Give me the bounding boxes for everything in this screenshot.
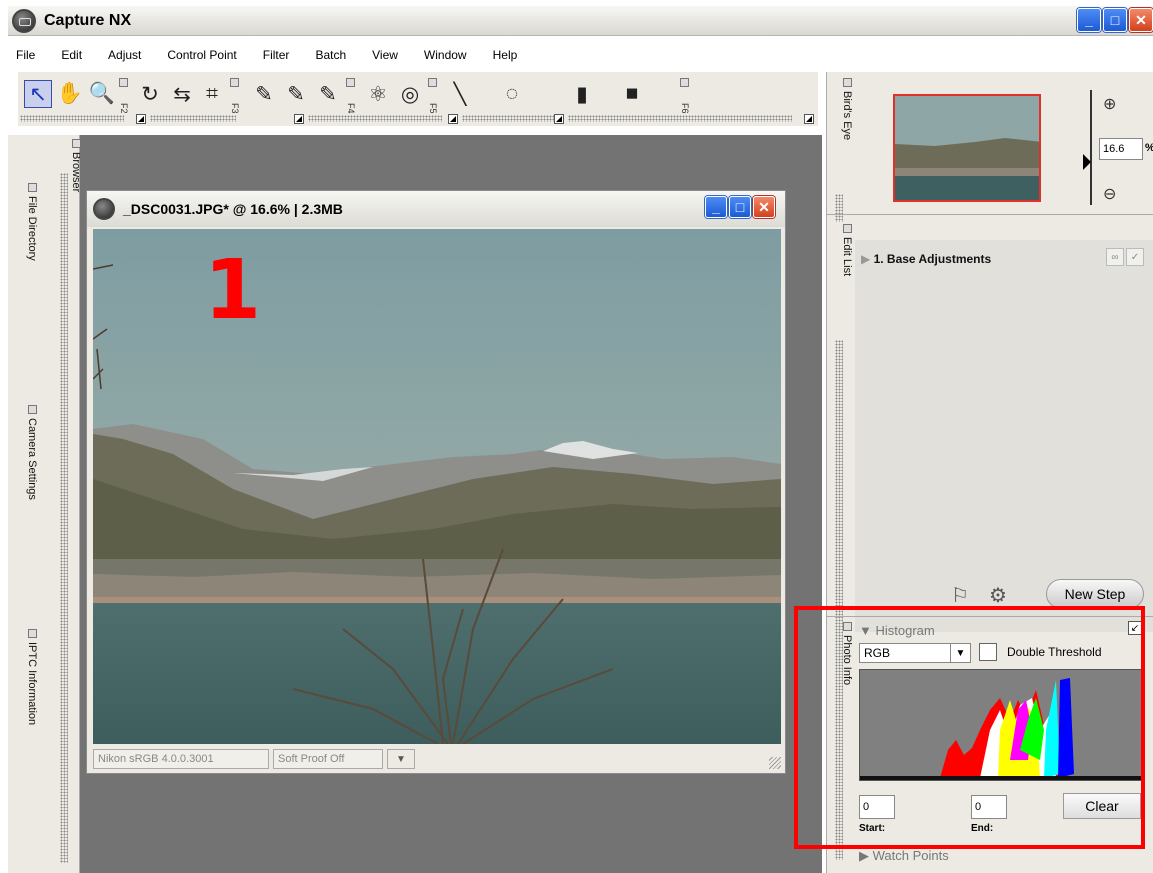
- tab-birds-eye-label: Bird's Eye: [841, 91, 853, 141]
- menu-bar: File Edit Adjust Control Point Filter Ba…: [8, 48, 527, 68]
- color-profile-field[interactable]: Nikon sRGB 4.0.0.3001: [93, 749, 269, 769]
- menu-file[interactable]: File: [8, 48, 45, 68]
- edit-list: ▶ 1. Base Adjustments ∞ ✓: [855, 240, 1153, 632]
- soft-proof-field[interactable]: Soft Proof Off: [273, 749, 383, 769]
- tab-birds-eye[interactable]: Bird's Eye: [835, 78, 853, 140]
- rotate-icon[interactable]: ↻: [136, 80, 164, 108]
- menu-view[interactable]: View: [356, 48, 408, 68]
- hand-icon[interactable]: ✋: [56, 80, 84, 108]
- highlight-box: [794, 606, 1145, 849]
- photo-canvas[interactable]: [93, 229, 781, 744]
- nx-logo-icon: [93, 198, 115, 220]
- gradient-icon[interactable]: ▮: [568, 80, 596, 108]
- tab-edit-list-label: Edit List: [841, 237, 853, 277]
- zoom-out-icon[interactable]: ⊖: [1103, 184, 1116, 204]
- neutral-point-icon[interactable]: ✎: [282, 80, 310, 108]
- doc-close-button[interactable]: ✕: [753, 196, 775, 218]
- doc-minimize-button[interactable]: _: [705, 196, 727, 218]
- brush-icon[interactable]: ╲: [446, 80, 474, 108]
- menu-filter[interactable]: Filter: [247, 48, 300, 68]
- toolbar-expand-icon[interactable]: [554, 114, 564, 124]
- select-arrow-icon[interactable]: ↖: [24, 80, 52, 108]
- image-document-window: _DSC0031.JPG* @ 16.6% | 2.3MB _ □ ✕ Niko…: [86, 190, 786, 774]
- watch-points-label: Watch Points: [872, 848, 949, 863]
- document-titlebar[interactable]: _DSC0031.JPG* @ 16.6% | 2.3MB _ □ ✕: [87, 191, 785, 227]
- zoom-input[interactable]: [1099, 138, 1143, 160]
- toolbar-expand-icon[interactable]: [448, 114, 458, 124]
- toolbar: ↖ ✋ 🔍 F2 ↻ ⇆ ⌗ F3 ✎ ✎ ✎ F4 ⚛ ◎ F5 ╲ ◌ ▮ …: [18, 72, 818, 126]
- resize-grip-icon[interactable]: [769, 757, 781, 769]
- landscape-photo: [93, 229, 781, 744]
- menu-control-point[interactable]: Control Point: [151, 48, 246, 68]
- maximize-button[interactable]: □: [1103, 8, 1127, 32]
- tab-iptc-information[interactable]: IPTC Information: [18, 629, 38, 725]
- map-icon[interactable]: ⚐: [951, 583, 969, 608]
- tab-file-directory-label: File Directory: [26, 196, 38, 261]
- tab-edit-list[interactable]: Edit List: [835, 224, 853, 276]
- app-title: Capture NX: [44, 11, 132, 29]
- menu-window[interactable]: Window: [408, 48, 477, 68]
- zoom-unit: %: [1145, 142, 1153, 154]
- selection-icon[interactable]: ◎: [396, 80, 424, 108]
- crop-icon[interactable]: ⌗: [198, 80, 226, 108]
- tab-camera-settings-label: Camera Settings: [26, 418, 38, 500]
- white-point-icon[interactable]: ✎: [314, 80, 342, 108]
- zoom-in-icon[interactable]: ⊕: [1103, 94, 1116, 114]
- nx-logo-icon: [12, 8, 36, 33]
- toolbar-expand-icon[interactable]: [804, 114, 814, 124]
- left-panel: Browser File Directory Camera Settings I…: [8, 135, 82, 873]
- tab-file-directory[interactable]: File Directory: [18, 183, 38, 261]
- new-step-button[interactable]: New Step: [1046, 579, 1144, 609]
- checkmark-icon[interactable]: ✓: [1126, 248, 1144, 266]
- close-button[interactable]: ✕: [1129, 8, 1153, 32]
- app-titlebar: Capture NX _ □ ✕: [8, 6, 1153, 36]
- soft-proof-dropdown-icon[interactable]: ▼: [387, 749, 415, 769]
- zoom-slider-handle[interactable]: [1083, 154, 1091, 170]
- gear-icon[interactable]: ⚙: [989, 583, 1007, 608]
- document-title: _DSC0031.JPG* @ 16.6% | 2.3MB: [123, 201, 343, 217]
- tab-camera-settings[interactable]: Camera Settings: [18, 405, 38, 500]
- toolbar-expand-icon[interactable]: [294, 114, 304, 124]
- red-eye-icon[interactable]: ⚛: [364, 80, 392, 108]
- minimize-button[interactable]: _: [1077, 8, 1101, 32]
- menu-adjust[interactable]: Adjust: [92, 48, 151, 68]
- menu-batch[interactable]: Batch: [299, 48, 356, 68]
- toolbar-expand-icon[interactable]: [136, 114, 146, 124]
- annotation-number-1: 1: [204, 243, 262, 338]
- tab-browser[interactable]: Browser: [62, 139, 82, 192]
- watch-points-section[interactable]: ▶ Watch Points: [859, 848, 949, 864]
- black-point-icon[interactable]: ✎: [250, 80, 278, 108]
- menu-edit[interactable]: Edit: [45, 48, 92, 68]
- link-icon[interactable]: ∞: [1106, 248, 1124, 266]
- tab-iptc-information-label: IPTC Information: [26, 642, 38, 726]
- lasso-icon[interactable]: ◌: [498, 80, 526, 108]
- zoom-icon[interactable]: 🔍: [88, 80, 116, 108]
- edit-step-label: 1. Base Adjustments: [873, 252, 992, 266]
- menu-help[interactable]: Help: [477, 48, 528, 68]
- straighten-icon[interactable]: ⇆: [168, 80, 196, 108]
- doc-maximize-button[interactable]: □: [729, 196, 751, 218]
- fill-icon[interactable]: ■: [618, 80, 646, 108]
- document-status-bar: Nikon sRGB 4.0.0.3001 Soft Proof Off ▼: [93, 747, 781, 771]
- thumbnail-photo: [895, 96, 1039, 200]
- birds-eye-thumbnail[interactable]: [893, 94, 1041, 202]
- edit-step-base-adjustments[interactable]: ▶ 1. Base Adjustments: [861, 252, 991, 266]
